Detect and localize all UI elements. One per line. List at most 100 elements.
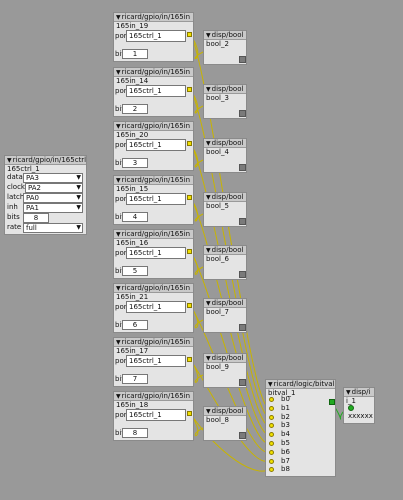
gpio-in-object[interactable]: ▼ricard/gpio/in/165in 165in_20 port 165ctrl…: [113, 121, 194, 171]
collapse-triangle-icon[interactable]: ▼: [116, 285, 121, 292]
collapse-triangle-icon[interactable]: ▼: [206, 140, 211, 147]
ctrl-inh-select[interactable]: PA1 ▼: [23, 203, 83, 213]
gpio-in-outlet[interactable]: [187, 87, 192, 92]
gpio-in-object-header[interactable]: ▼ricard/gpio/in/165in: [114, 230, 193, 239]
bit-field[interactable]: 1: [122, 49, 148, 59]
disp-bool-object[interactable]: ▼disp/bool bool_7: [203, 298, 247, 333]
ctrl-latch-select[interactable]: PA0 ▼: [23, 193, 83, 203]
bit-field[interactable]: 3: [122, 158, 148, 168]
bitval-input-inlet[interactable]: [269, 414, 274, 420]
collapse-triangle-icon[interactable]: ▼: [206, 32, 211, 39]
bit-field[interactable]: 5: [122, 266, 148, 276]
bitval-input-inlet[interactable]: [269, 405, 274, 411]
disp-bool-object[interactable]: ▼disp/bool bool_8: [203, 406, 247, 441]
port-field[interactable]: 165ctrl_1: [126, 139, 186, 151]
gpio-in-outlet[interactable]: [187, 357, 192, 362]
disp-bool-object[interactable]: ▼disp/bool bool_6: [203, 245, 247, 280]
gpio-in-object[interactable]: ▼ricard/gpio/in/165in 165in_15 port 165ctrl…: [113, 175, 194, 225]
gpio-in-outlet[interactable]: [187, 195, 192, 200]
gpio-in-object[interactable]: ▼ricard/gpio/in/165in 165in_16 port 165ctrl…: [113, 229, 194, 279]
collapse-triangle-icon[interactable]: ▼: [116, 339, 121, 346]
bitval-input-inlet[interactable]: [269, 423, 274, 429]
collapse-triangle-icon[interactable]: ▼: [206, 408, 211, 415]
port-field[interactable]: 165ctrl_1: [126, 301, 186, 313]
collapse-triangle-icon[interactable]: ▼: [206, 355, 211, 362]
disp-bool-object[interactable]: ▼disp/bool bool_5: [203, 192, 247, 227]
port-field[interactable]: 165ctrl_1: [126, 30, 186, 42]
disp-bool-object-header[interactable]: ▼disp/bool: [204, 193, 246, 202]
gpio-in-object-header[interactable]: ▼ricard/gpio/in/165in: [114, 68, 193, 77]
port-field[interactable]: 165ctrl_1: [126, 409, 186, 421]
collapse-triangle-icon[interactable]: ▼: [116, 123, 121, 130]
bitval-input-inlet[interactable]: [269, 432, 274, 438]
disp-bool-object[interactable]: ▼disp/bool bool_2: [203, 30, 247, 65]
gpio-in-object[interactable]: ▼ricard/gpio/in/165in 165in_21 port 165ctrl…: [113, 283, 194, 333]
collapse-triangle-icon[interactable]: ▼: [206, 247, 211, 254]
disp-bool-object[interactable]: ▼disp/bool bool_4: [203, 138, 247, 173]
disp-bool-object-header[interactable]: ▼disp/bool: [204, 246, 246, 255]
bitval-output-outlet[interactable]: [329, 399, 335, 405]
disp-i-object-header[interactable]: ▼disp/i: [344, 388, 374, 397]
collapse-triangle-icon[interactable]: ▼: [268, 381, 273, 388]
port-field[interactable]: 165ctrl_1: [126, 355, 186, 367]
bitval-input-inlet[interactable]: [269, 449, 274, 455]
gpio-in-object-header[interactable]: ▼ricard/gpio/in/165in: [114, 13, 193, 22]
gpio-in-object[interactable]: ▼ricard/gpio/in/165in 165in_14 port 165ctrl…: [113, 67, 194, 117]
gpio-in-outlet[interactable]: [187, 249, 192, 254]
gpio-in-object[interactable]: ▼ricard/gpio/in/165in 165in_17 port 165ctrl…: [113, 337, 194, 387]
disp-bool-object[interactable]: ▼disp/bool bool_9: [203, 353, 247, 388]
disp-bool-object-header[interactable]: ▼disp/bool: [204, 299, 246, 308]
port-field[interactable]: 165ctrl_1: [126, 85, 186, 97]
disp-bool-object-header[interactable]: ▼disp/bool: [204, 85, 246, 94]
bit-field[interactable]: 2: [122, 104, 148, 114]
gpio-in-object-header[interactable]: ▼ricard/gpio/in/165in: [114, 176, 193, 185]
collapse-triangle-icon[interactable]: ▼: [206, 194, 211, 201]
ctrl-data-value: PA3: [26, 174, 40, 182]
bit-field[interactable]: 4: [122, 212, 148, 222]
disp-i-input-inlet[interactable]: [348, 405, 354, 411]
ctrl-object-header[interactable]: ▼ricard/gpio/in/165ctrl v: [5, 156, 86, 165]
gpio-in-outlet[interactable]: [187, 303, 192, 308]
bit-field[interactable]: 8: [122, 428, 148, 438]
gpio-in-outlet[interactable]: [187, 32, 192, 37]
collapse-triangle-icon[interactable]: ▼: [116, 231, 121, 238]
bit-field[interactable]: 7: [122, 374, 148, 384]
gpio-in-object[interactable]: ▼ricard/gpio/in/165in 165in_19 port 165ctrl…: [113, 12, 194, 62]
disp-bool-object-header[interactable]: ▼disp/bool: [204, 139, 246, 148]
ctrl-object[interactable]: ▼ricard/gpio/in/165ctrl v 165ctrl_1 data…: [4, 155, 87, 235]
gpio-in-outlet[interactable]: [187, 141, 192, 146]
gpio-in-object-header[interactable]: ▼ricard/gpio/in/165in: [114, 122, 193, 131]
collapse-triangle-icon[interactable]: ▼: [116, 177, 121, 184]
gpio-in-object[interactable]: ▼ricard/gpio/in/165in 165in_18 port 165ctrl…: [113, 391, 194, 441]
bitval-object[interactable]: ▼ricard/logic/bitval 9 bitval_1 b0 b1 b2 b3…: [265, 379, 336, 477]
port-field[interactable]: 165ctrl_1: [126, 247, 186, 259]
collapse-triangle-icon[interactable]: ▼: [116, 69, 121, 76]
disp-bool-object-header[interactable]: ▼disp/bool: [204, 354, 246, 363]
bitval-input-inlet[interactable]: [269, 397, 274, 402]
disp-bool-object-header[interactable]: ▼disp/bool: [204, 31, 246, 40]
bit-field[interactable]: 6: [122, 320, 148, 330]
gpio-in-object-header[interactable]: ▼ricard/gpio/in/165in: [114, 392, 193, 401]
bitval-input-inlet[interactable]: [269, 458, 274, 464]
collapse-triangle-icon[interactable]: ▼: [116, 393, 121, 400]
collapse-triangle-icon[interactable]: ▼: [7, 157, 12, 164]
ctrl-rate-select[interactable]: full ▼: [23, 223, 83, 233]
collapse-triangle-icon[interactable]: ▼: [206, 300, 211, 307]
port-field[interactable]: 165ctrl_1: [126, 193, 186, 205]
bitval-object-header[interactable]: ▼ricard/logic/bitval 9: [266, 380, 335, 389]
ctrl-bits-field[interactable]: 8: [23, 213, 49, 223]
patch-canvas[interactable]: ▼ricard/gpio/in/165ctrl v 165ctrl_1 data…: [0, 0, 403, 500]
gpio-in-object-header[interactable]: ▼ricard/gpio/in/165in: [114, 284, 193, 293]
ctrl-data-select[interactable]: PA3 ▼: [23, 173, 83, 183]
collapse-triangle-icon[interactable]: ▼: [346, 389, 351, 396]
collapse-triangle-icon[interactable]: ▼: [206, 86, 211, 93]
disp-bool-object[interactable]: ▼disp/bool bool_3: [203, 84, 247, 119]
disp-i-object[interactable]: ▼disp/i i_1 xxxxxx: [343, 387, 375, 424]
bitval-input-inlet[interactable]: [269, 467, 274, 473]
bitval-input-inlet[interactable]: [269, 441, 274, 446]
disp-bool-object-header[interactable]: ▼disp/bool: [204, 407, 246, 416]
gpio-in-object-header[interactable]: ▼ricard/gpio/in/165in: [114, 338, 193, 347]
gpio-in-outlet[interactable]: [187, 411, 192, 416]
collapse-triangle-icon[interactable]: ▼: [116, 14, 121, 21]
ctrl-clock-select[interactable]: PA2 ▼: [25, 183, 83, 193]
